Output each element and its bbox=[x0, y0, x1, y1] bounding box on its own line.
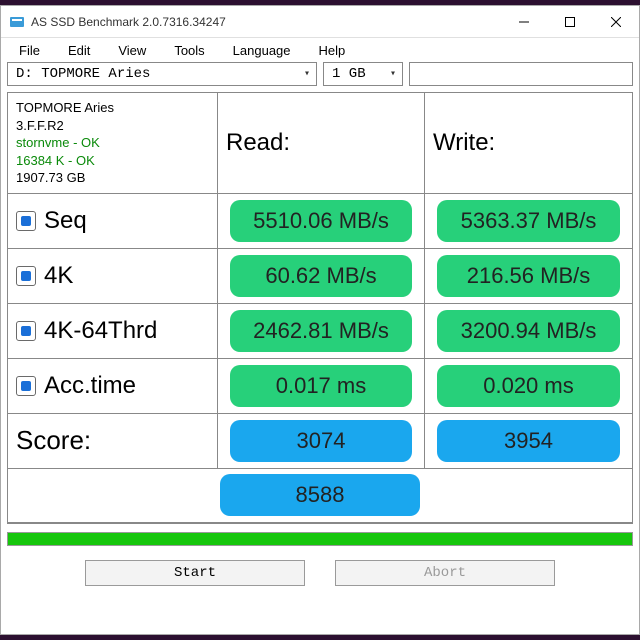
label-4k64: 4K-64Thrd bbox=[44, 317, 157, 345]
score-label: Score: bbox=[8, 414, 218, 469]
row-seq: Seq bbox=[8, 194, 218, 249]
progress-fill bbox=[8, 533, 632, 545]
menu-edit[interactable]: Edit bbox=[54, 41, 104, 60]
acc-write-cell: 0.020 ms bbox=[425, 359, 632, 414]
info-driver: stornvme - OK bbox=[16, 134, 100, 152]
selector-row: D: TOPMORE Aries ▾ 1 GB ▾ bbox=[1, 62, 639, 90]
score-read-value: 3074 bbox=[230, 420, 412, 462]
seq-read-value: 5510.06 MB/s bbox=[230, 200, 412, 242]
start-button[interactable]: Start bbox=[85, 560, 305, 586]
label-4k: 4K bbox=[44, 262, 73, 290]
menu-help[interactable]: Help bbox=[305, 41, 360, 60]
minimize-button[interactable] bbox=[501, 6, 547, 38]
label-seq: Seq bbox=[44, 207, 87, 235]
menu-language[interactable]: Language bbox=[219, 41, 305, 60]
score-total-value: 8588 bbox=[220, 474, 420, 516]
score-read-cell: 3074 bbox=[218, 414, 425, 469]
score-total-row: 8588 bbox=[8, 469, 632, 523]
checkbox-acc[interactable] bbox=[16, 376, 36, 396]
drive-select-value: D: TOPMORE Aries bbox=[16, 66, 150, 82]
checkbox-4k[interactable] bbox=[16, 266, 36, 286]
progress-area bbox=[7, 532, 633, 546]
info-firmware: 3.F.F.R2 bbox=[16, 117, 64, 135]
maximize-button[interactable] bbox=[547, 6, 593, 38]
abort-button: Abort bbox=[335, 560, 555, 586]
fourk-read-cell: 60.62 MB/s bbox=[218, 249, 425, 304]
header-write: Write: bbox=[425, 93, 632, 194]
info-alignment: 16384 K - OK bbox=[16, 152, 95, 170]
row-acc: Acc.time bbox=[8, 359, 218, 414]
seq-write-value: 5363.37 MB/s bbox=[437, 200, 620, 242]
thrd-read-cell: 2462.81 MB/s bbox=[218, 304, 425, 359]
label-acc: Acc.time bbox=[44, 372, 136, 400]
window-title: AS SSD Benchmark 2.0.7316.34247 bbox=[31, 15, 501, 29]
thrd-read-value: 2462.81 MB/s bbox=[230, 310, 412, 352]
app-icon bbox=[9, 14, 25, 30]
menu-tools[interactable]: Tools bbox=[160, 41, 218, 60]
fourk-write-value: 216.56 MB/s bbox=[437, 255, 620, 297]
chevron-down-icon: ▾ bbox=[390, 68, 396, 80]
menu-file[interactable]: File bbox=[5, 41, 54, 60]
thrd-write-cell: 3200.94 MB/s bbox=[425, 304, 632, 359]
title-bar: AS SSD Benchmark 2.0.7316.34247 bbox=[1, 6, 639, 38]
close-button[interactable] bbox=[593, 6, 639, 38]
drive-select[interactable]: D: TOPMORE Aries ▾ bbox=[7, 62, 317, 86]
size-select-value: 1 GB bbox=[332, 66, 366, 82]
checkbox-seq[interactable] bbox=[16, 211, 36, 231]
app-window: AS SSD Benchmark 2.0.7316.34247 File Edi… bbox=[0, 5, 640, 635]
menu-bar: File Edit View Tools Language Help bbox=[1, 38, 639, 62]
fourk-write-cell: 216.56 MB/s bbox=[425, 249, 632, 304]
row-4k64: 4K-64Thrd bbox=[8, 304, 218, 359]
extra-field[interactable] bbox=[409, 62, 633, 86]
checkbox-4k64[interactable] bbox=[16, 321, 36, 341]
info-capacity: 1907.73 GB bbox=[16, 169, 85, 187]
results-grid: TOPMORE Aries 3.F.F.R2 stornvme - OK 163… bbox=[7, 92, 633, 524]
bottom-buttons: Start Abort bbox=[1, 560, 639, 586]
acc-read-cell: 0.017 ms bbox=[218, 359, 425, 414]
header-read: Read: bbox=[218, 93, 425, 194]
window-controls bbox=[501, 6, 639, 38]
seq-write-cell: 5363.37 MB/s bbox=[425, 194, 632, 249]
chevron-down-icon: ▾ bbox=[304, 68, 310, 80]
score-write-cell: 3954 bbox=[425, 414, 632, 469]
info-model: TOPMORE Aries bbox=[16, 99, 114, 117]
thrd-write-value: 3200.94 MB/s bbox=[437, 310, 620, 352]
drive-info: TOPMORE Aries 3.F.F.R2 stornvme - OK 163… bbox=[8, 93, 218, 194]
row-4k: 4K bbox=[8, 249, 218, 304]
progress-bar bbox=[7, 532, 633, 546]
menu-view[interactable]: View bbox=[104, 41, 160, 60]
score-write-value: 3954 bbox=[437, 420, 620, 462]
acc-write-value: 0.020 ms bbox=[437, 365, 620, 407]
size-select[interactable]: 1 GB ▾ bbox=[323, 62, 403, 86]
seq-read-cell: 5510.06 MB/s bbox=[218, 194, 425, 249]
fourk-read-value: 60.62 MB/s bbox=[230, 255, 412, 297]
acc-read-value: 0.017 ms bbox=[230, 365, 412, 407]
